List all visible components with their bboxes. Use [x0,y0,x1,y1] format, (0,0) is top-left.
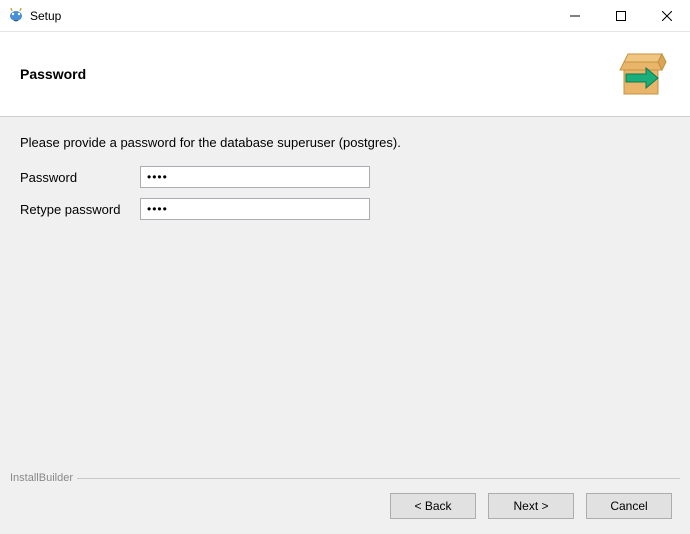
back-button[interactable]: < Back [390,493,476,519]
maximize-button[interactable] [598,0,644,32]
retype-password-row: Retype password [20,198,670,220]
next-button[interactable]: Next > [488,493,574,519]
box-arrow-icon [612,44,670,105]
close-button[interactable] [644,0,690,32]
instruction-text: Please provide a password for the databa… [20,135,670,150]
brand-label: InstallBuilder [6,472,77,484]
wizard-footer: InstallBuilder < Back Next > Cancel [0,472,690,534]
retype-password-label: Retype password [20,202,140,217]
retype-password-input[interactable] [140,198,370,220]
window-title: Setup [30,9,61,23]
page-heading: Password [20,66,86,82]
footer-divider: InstallBuilder [10,472,680,484]
minimize-button[interactable] [552,0,598,32]
app-icon [8,8,24,24]
password-label: Password [20,170,140,185]
wizard-header: Password [0,32,690,117]
cancel-button[interactable]: Cancel [586,493,672,519]
password-row: Password [20,166,670,188]
wizard-body: Please provide a password for the databa… [0,117,690,472]
password-input[interactable] [140,166,370,188]
titlebar: Setup [0,0,690,32]
